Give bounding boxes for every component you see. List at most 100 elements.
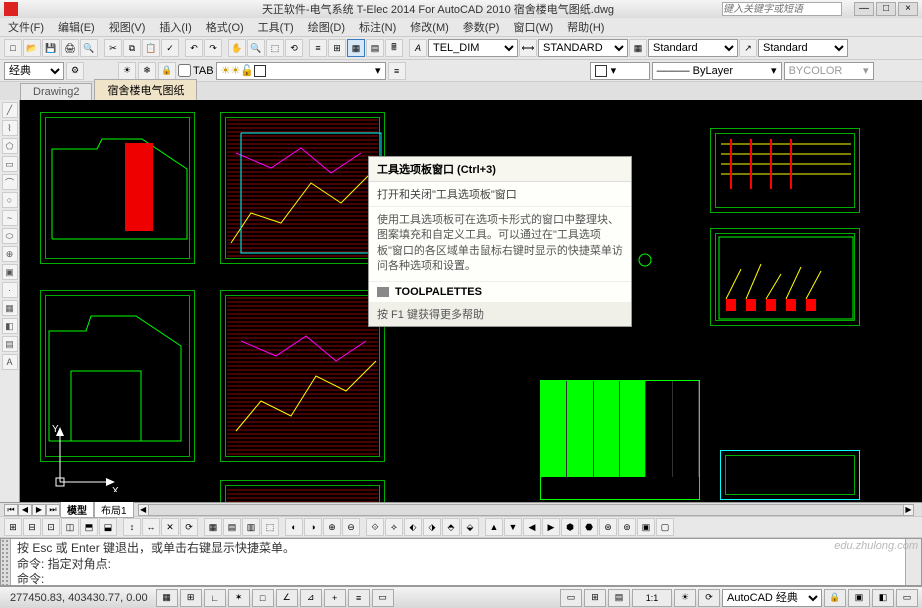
t-icon-24[interactable]: ⬙ [461,518,479,536]
t-icon-20[interactable]: ⟡ [385,518,403,536]
t-icon-26[interactable]: ▼ [504,518,522,536]
qp-toggle[interactable]: ▭ [372,589,394,607]
t-icon-1[interactable]: ⊞ [4,518,22,536]
open-icon[interactable]: 📂 [23,39,41,57]
last-layout-icon[interactable]: ⏭ [46,504,60,516]
t-icon-3[interactable]: ⊡ [42,518,60,536]
mleader-icon[interactable]: ↗ [739,39,757,57]
cleanscreen-icon[interactable]: ▭ [896,589,918,607]
copy-icon[interactable]: ⧉ [123,39,141,57]
ws-gear-icon[interactable]: ⚙ [66,62,84,80]
help-search-input[interactable] [722,2,842,16]
zoomprev-icon[interactable]: ⟲ [285,39,303,57]
text-icon[interactable]: A [409,39,427,57]
command-scrollbar[interactable] [905,539,921,585]
layout1-tab[interactable]: 布局1 [94,501,134,518]
insert-icon[interactable]: ⊕ [2,246,18,262]
hscrollbar[interactable]: ◀ ▶ [138,504,914,516]
plot-icon[interactable]: 🖨 [61,39,79,57]
match-icon[interactable]: ✓ [161,39,179,57]
t-icon-19[interactable]: ⟐ [366,518,384,536]
t-icon-34[interactable]: ▢ [656,518,674,536]
t-icon-18[interactable]: ⊖ [342,518,360,536]
zoom-icon[interactable]: 🔍 [247,39,265,57]
first-layout-icon[interactable]: ⏮ [4,504,18,516]
toolpalette-icon[interactable]: ▦ [347,39,365,57]
spline-icon[interactable]: ~ [2,210,18,226]
t-icon-31[interactable]: ⊛ [599,518,617,536]
tab-drawing2[interactable]: Drawing2 [20,83,92,100]
otrack-toggle[interactable]: ∠ [276,589,298,607]
annoscale[interactable]: 1:1 [632,589,672,607]
layer-states-icon[interactable]: ≡ [388,62,406,80]
maximize-button[interactable]: □ [876,2,896,16]
menu-file[interactable]: 文件(F) [2,19,50,35]
circle-icon[interactable]: ○ [2,192,18,208]
dimstyle-select[interactable]: TEL_DIM [428,39,518,57]
menu-insert[interactable]: 插入(I) [153,19,197,35]
t-icon-9[interactable]: ✕ [161,518,179,536]
t-icon-2[interactable]: ⊟ [23,518,41,536]
command-text[interactable]: 按 Esc 或 Enter 键退出，或单击右键显示快捷菜单。 命令: 指定对角点… [11,539,905,585]
mtext-icon[interactable]: A [2,354,18,370]
t-icon-15[interactable]: ◐ [285,518,303,536]
tab-checkbox-input[interactable] [178,64,191,77]
model-tab[interactable]: 模型 [60,501,94,518]
t-icon-29[interactable]: ⬢ [561,518,579,536]
t-icon-32[interactable]: ⊚ [618,518,636,536]
t-icon-10[interactable]: ⟳ [180,518,198,536]
menu-dimension[interactable]: 标注(N) [353,19,402,35]
ducs-toggle[interactable]: ⊿ [300,589,322,607]
ortho-toggle[interactable]: ∟ [204,589,226,607]
menu-parametric[interactable]: 参数(P) [457,19,506,35]
undo-icon[interactable]: ↶ [185,39,203,57]
pline-icon[interactable]: ⌇ [2,120,18,136]
lwt-toggle[interactable]: ≡ [348,589,370,607]
lock-ui-icon[interactable]: 🔒 [824,589,846,607]
prev-layout-icon[interactable]: ◀ [18,504,32,516]
menu-format[interactable]: 格式(O) [200,19,250,35]
textstyle-select[interactable]: STANDARD [538,39,628,57]
t-icon-17[interactable]: ⊕ [323,518,341,536]
hatch-icon[interactable]: ▦ [2,300,18,316]
menu-modify[interactable]: 修改(M) [404,19,455,35]
menu-help[interactable]: 帮助(H) [561,19,610,35]
annovisibility-icon[interactable]: ☀ [674,589,696,607]
menu-window[interactable]: 窗口(W) [507,19,559,35]
t-icon-7[interactable]: ↕ [123,518,141,536]
close-button[interactable]: × [898,2,918,16]
quickview-icon[interactable]: ⊞ [584,589,606,607]
hardware-accel-icon[interactable]: ▣ [848,589,870,607]
dim-icon[interactable]: ⟷ [519,39,537,57]
t-icon-28[interactable]: ▶ [542,518,560,536]
menu-edit[interactable]: 编辑(E) [52,19,101,35]
workspace-select[interactable]: 经典 [4,62,64,80]
save-icon[interactable]: 💾 [42,39,60,57]
annosync-icon[interactable]: ⟳ [698,589,720,607]
t-icon-33[interactable]: ▣ [637,518,655,536]
t-icon-8[interactable]: ↔ [142,518,160,536]
minimize-button[interactable]: — [854,2,874,16]
menu-view[interactable]: 视图(V) [103,19,152,35]
dyn-toggle[interactable]: + [324,589,346,607]
color-select[interactable]: ▾ [590,62,650,80]
tab-checkbox[interactable]: TAB [178,64,214,77]
t-icon-30[interactable]: ⬣ [580,518,598,536]
region-icon[interactable]: ◧ [2,318,18,334]
t-icon-16[interactable]: ◑ [304,518,322,536]
table-tool-icon[interactable]: ▤ [2,336,18,352]
tablestyle-select[interactable]: Standard [648,39,738,57]
rect-icon[interactable]: ▭ [2,156,18,172]
t-icon-25[interactable]: ▲ [485,518,503,536]
layer-lock-icon[interactable]: 🔒 [158,62,176,80]
next-layout-icon[interactable]: ▶ [32,504,46,516]
layer-prop-icon[interactable]: ☀ [118,62,136,80]
arc-icon[interactable]: ⌒ [2,174,18,190]
new-icon[interactable]: □ [4,39,22,57]
pan-icon[interactable]: ✋ [228,39,246,57]
tab-current-drawing[interactable]: 宿舍楼电气图纸 [94,79,197,100]
workspace-status-select[interactable]: AutoCAD 经典 [722,589,822,607]
snap-toggle[interactable]: ▦ [156,589,178,607]
t-icon-4[interactable]: ◫ [61,518,79,536]
polar-toggle[interactable]: ✶ [228,589,250,607]
